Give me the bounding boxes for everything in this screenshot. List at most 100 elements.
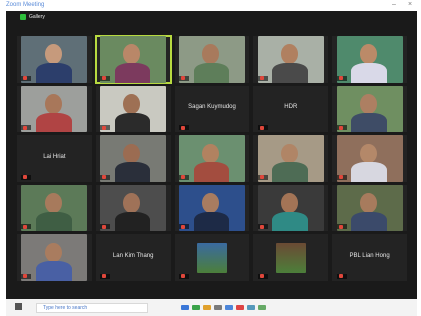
participant-tile[interactable]: Sagan Kuymudog: [174, 85, 250, 133]
person-head: [202, 44, 220, 64]
person-head: [123, 143, 141, 164]
participant-tile[interactable]: [174, 234, 250, 281]
taskbar-app-icon[interactable]: [203, 304, 211, 310]
participant-label: [257, 224, 268, 230]
participant-tile[interactable]: Lai Hriat: [17, 135, 92, 182]
participant-tile[interactable]: [332, 184, 407, 232]
close-button[interactable]: ×: [408, 1, 412, 8]
participant-name: Lan Kim Thang: [112, 253, 154, 260]
windows-start-icon[interactable]: [15, 303, 22, 310]
mic-muted-icon: [181, 274, 186, 279]
mic-muted-icon: [181, 125, 186, 130]
participant-video: [197, 242, 227, 273]
mic-muted-icon: [23, 125, 28, 130]
taskbar-app-icon[interactable]: [236, 304, 244, 310]
person-body: [35, 211, 72, 232]
person-head: [280, 193, 299, 213]
participant-tile[interactable]: [17, 85, 92, 133]
mic-muted-icon: [102, 175, 107, 180]
participant-tile[interactable]: [174, 184, 250, 232]
window-title-bar: Zoom Meeting – ×: [0, 0, 421, 11]
participant-label: [257, 75, 268, 81]
taskbar-search-input[interactable]: Type here to search: [36, 303, 148, 313]
participant-label: [336, 224, 347, 230]
participant-label: [21, 273, 32, 279]
participant-label: [179, 224, 190, 230]
person-head: [359, 44, 377, 64]
participant-name: Lai Hriat: [43, 153, 66, 160]
person-body: [35, 63, 72, 83]
view-toggle[interactable]: Gallery: [20, 14, 45, 20]
person-head: [280, 143, 299, 164]
participant-tile[interactable]: [253, 135, 329, 182]
person-head: [44, 93, 62, 114]
participant-tile[interactable]: [174, 36, 250, 83]
mic-muted-icon: [259, 175, 264, 180]
participant-label: [21, 174, 32, 180]
participant-label: [100, 224, 111, 230]
person-body: [193, 162, 230, 182]
person-head: [359, 193, 377, 213]
participant-tile[interactable]: [253, 36, 329, 83]
meeting-area: Gallery Sagan Kuymudog HDR Lai Hriat Lan Ki…: [6, 11, 417, 299]
taskbar-app-icon[interactable]: [214, 304, 222, 310]
person-head: [202, 143, 220, 164]
participant-tile[interactable]: [174, 135, 250, 182]
person-body: [114, 211, 151, 232]
mic-muted-icon: [338, 175, 343, 180]
mic-muted-icon: [23, 274, 28, 279]
mic-muted-icon: [23, 175, 28, 180]
view-label: Gallery: [29, 14, 45, 20]
search-placeholder: Type here to search: [43, 305, 88, 311]
participant-label: [179, 75, 190, 81]
participant-tile[interactable]: [17, 36, 92, 83]
person-body: [193, 63, 230, 83]
participant-tile[interactable]: [95, 135, 171, 182]
participant-tile[interactable]: [332, 135, 407, 182]
participant-label: [100, 174, 111, 180]
taskbar-app-icon[interactable]: [225, 304, 233, 310]
mic-muted-icon: [259, 274, 264, 279]
participant-video: [275, 242, 306, 273]
person-body: [351, 112, 387, 133]
person-body: [193, 211, 230, 232]
participant-tile[interactable]: [95, 85, 171, 133]
person-head: [202, 193, 220, 213]
participant-label: [257, 174, 268, 180]
person-body: [114, 63, 151, 83]
participant-tile[interactable]: [332, 36, 407, 83]
participant-tile[interactable]: [94, 35, 172, 84]
participant-tile[interactable]: [95, 184, 171, 232]
shield-icon: [20, 14, 26, 20]
mic-muted-icon: [102, 125, 107, 130]
mic-muted-icon: [102, 76, 107, 81]
mic-muted-icon: [181, 76, 186, 81]
taskbar-icons: [181, 304, 266, 310]
mic-muted-icon: [338, 125, 343, 130]
taskbar-app-icon[interactable]: [258, 304, 266, 310]
person-body: [351, 162, 387, 182]
participant-tile[interactable]: Lan Kim Thang: [95, 234, 171, 281]
taskbar-app-icon[interactable]: [192, 304, 200, 310]
participant-tile[interactable]: [17, 234, 92, 281]
mic-muted-icon: [23, 224, 28, 229]
person-body: [272, 211, 308, 232]
mic-muted-icon: [259, 125, 264, 130]
participant-tile[interactable]: [253, 184, 329, 232]
person-body: [351, 63, 387, 83]
taskbar-app-icon[interactable]: [247, 304, 255, 310]
participant-tile[interactable]: [253, 234, 329, 281]
mic-muted-icon: [338, 76, 343, 81]
mic-muted-icon: [102, 274, 107, 279]
participant-tile[interactable]: HDR: [253, 85, 329, 133]
participant-tile[interactable]: [17, 184, 92, 232]
participant-tile[interactable]: PBL Lian Hong: [332, 234, 407, 281]
person-head: [44, 44, 62, 64]
person-body: [114, 112, 151, 133]
participant-tile[interactable]: [332, 85, 407, 133]
mic-muted-icon: [181, 224, 186, 229]
minimize-button[interactable]: –: [392, 1, 396, 8]
taskbar-app-icon[interactable]: [181, 304, 189, 310]
person-body: [35, 112, 72, 133]
person-head: [280, 44, 299, 64]
